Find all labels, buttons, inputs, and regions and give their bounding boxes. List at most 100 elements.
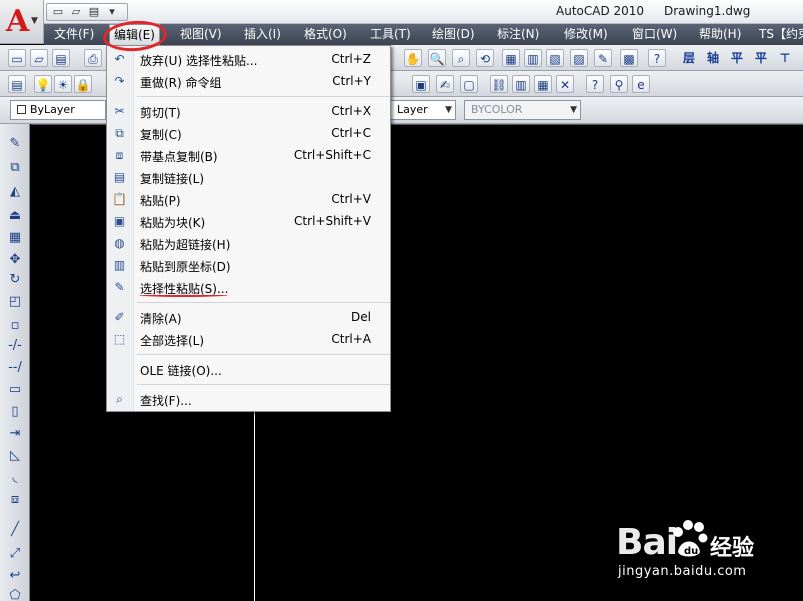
paste-special-icon: ✎ <box>114 280 125 294</box>
ts-plan-icon[interactable]: 平 <box>728 49 746 67</box>
menu-modify[interactable]: 修改(M) <box>560 24 612 45</box>
menu-format[interactable]: 格式(O) <box>300 24 351 45</box>
menu-tools[interactable]: 工具(T) <box>366 24 415 45</box>
menu-item-copy-base-point[interactable]: ⧈ 带基点复制(B) Ctrl+Shift+C <box>107 144 390 166</box>
explode-icon[interactable]: ⧈ <box>5 490 25 510</box>
save-icon[interactable]: ▤ <box>86 5 102 19</box>
eraser-icon: ✐ <box>114 310 125 324</box>
new-icon[interactable]: ▭ <box>8 49 26 67</box>
menu-item-copy-link[interactable]: ▤ 复制链接(L) <box>107 166 390 188</box>
block-editor-icon[interactable]: ▣ <box>412 75 430 93</box>
break-point-icon[interactable]: ▭ <box>5 380 25 400</box>
menu-draw[interactable]: 绘图(D) <box>428 24 479 45</box>
join-icon[interactable]: ⇥ <box>5 424 25 444</box>
chamfer-icon[interactable]: ◺ <box>5 446 25 466</box>
bulb-icon[interactable]: 💡 <box>34 75 52 93</box>
print-icon[interactable]: ⎙ <box>84 49 102 67</box>
measure-icon[interactable]: ✕ <box>556 75 574 93</box>
menu-insert[interactable]: 插入(I) <box>240 24 285 45</box>
tool-palettes-icon[interactable]: ▧ <box>546 49 564 67</box>
polyline-icon[interactable]: ↩ <box>5 566 25 586</box>
menu-item-paste-original-coords[interactable]: ▥ 粘贴到原坐标(D) <box>107 254 390 276</box>
search-help-icon[interactable]: ⚲ <box>610 75 628 93</box>
line-icon[interactable]: ╱ <box>5 520 25 540</box>
polygon-icon[interactable]: ⬠ <box>5 586 25 601</box>
break-icon[interactable]: ▯ <box>5 402 25 422</box>
table-icon[interactable]: ▦ <box>534 75 552 93</box>
layer-manager-icon[interactable]: ▤ <box>8 75 26 93</box>
zoom-window-icon[interactable]: ⌕ <box>452 49 470 67</box>
database-icon[interactable]: ▥ <box>512 75 530 93</box>
menu-help[interactable]: 帮助(H) <box>695 24 745 45</box>
menu-item-find[interactable]: ⌕ 查找(F)... <box>107 388 390 410</box>
stretch-icon[interactable]: ▫ <box>5 316 25 336</box>
menu-edit[interactable]: 编辑(E) <box>109 24 160 45</box>
calculator-icon[interactable]: ▩ <box>620 49 638 67</box>
plotstyle-combo[interactable]: BYCOLOR ▼ <box>464 100 581 120</box>
menu-item-clear[interactable]: ✐ 清除(A) Del <box>107 306 390 328</box>
xref-icon[interactable]: ✍ <box>436 75 454 93</box>
copy-object-icon[interactable]: ⧉ <box>5 158 25 178</box>
paste-block-icon: ▣ <box>113 214 126 228</box>
construction-line-icon[interactable]: ⤢ <box>5 544 25 564</box>
markup-icon[interactable]: ✎ <box>594 49 612 67</box>
extend-icon[interactable]: --/ <box>5 358 25 378</box>
scale-icon[interactable]: ◰ <box>5 292 25 312</box>
dropdown-arrow-icon[interactable]: ▾ <box>104 5 120 19</box>
menu-item-paste[interactable]: 📋 粘贴(P) Ctrl+V <box>107 188 390 210</box>
zoom-previous-icon[interactable]: ⟲ <box>476 49 494 67</box>
menu-dimension[interactable]: 标注(N) <box>493 24 543 45</box>
color-swatch-icon <box>17 105 26 114</box>
trim-icon[interactable]: -/- <box>5 336 25 356</box>
menu-ts[interactable]: TS【约束 <box>755 24 803 45</box>
menu-item-undo[interactable]: ↶ 放弃(U) 选择性粘贴... Ctrl+Z <box>107 48 390 70</box>
pan-realtime-icon[interactable]: ✋ <box>404 49 422 67</box>
menu-item-select-all[interactable]: ⬚ 全部选择(L) Ctrl+A <box>107 328 390 350</box>
menu-item-copy[interactable]: ⧉ 复制(C) Ctrl+C <box>107 122 390 144</box>
image-icon[interactable]: ▢ <box>460 75 478 93</box>
modify-toolbar: ✎ ⧉ ◭ ⏏ ▦ ✥ ↻ ◰ ▫ -/- --/ ▭ ▯ ⇥ ◺ ◟ ⧈ ╱ … <box>0 124 30 601</box>
menu-window[interactable]: 窗口(W) <box>628 24 681 45</box>
erase-icon[interactable]: ✎ <box>5 134 25 154</box>
open-folder-icon[interactable]: ▱ <box>68 5 84 19</box>
fillet-icon[interactable]: ◟ <box>5 468 25 488</box>
color-combo[interactable]: ByLayer <box>10 100 106 120</box>
menu-file[interactable]: 文件(F) <box>50 24 98 45</box>
help-circle-icon[interactable]: ? <box>586 75 604 93</box>
help-icon[interactable]: ? <box>648 49 666 67</box>
ts-axis-icon[interactable]: 轴 <box>704 49 722 67</box>
new-file-icon[interactable]: ▭ <box>50 5 66 19</box>
ts-layer-icon[interactable]: 层 <box>680 49 698 67</box>
menu-view[interactable]: 视图(V) <box>176 24 226 45</box>
offset-icon[interactable]: ⏏ <box>5 206 25 226</box>
menu-item-cut[interactable]: ✂ 剪切(T) Ctrl+X <box>107 100 390 122</box>
save-icon[interactable]: ▤ <box>52 49 70 67</box>
ts-section-icon[interactable]: ⊤ <box>776 49 794 67</box>
zoom-realtime-icon[interactable]: 🔍 <box>428 49 446 67</box>
paste-icon: 📋 <box>112 192 127 206</box>
select-all-icon: ⬚ <box>113 332 126 346</box>
menu-item-paste-block[interactable]: ▣ 粘贴为块(K) Ctrl+Shift+V <box>107 210 390 232</box>
sheet-set-icon[interactable]: ▨ <box>570 49 588 67</box>
red-highlight-underline <box>139 293 228 297</box>
svg-text:du: du <box>684 546 698 557</box>
mirror-icon[interactable]: ◭ <box>5 182 25 202</box>
find-icon: ⌕ <box>116 392 123 406</box>
menu-item-ole-links[interactable]: OLE 链接(O)... <box>107 358 390 380</box>
application-menu-button[interactable]: A ▼ <box>0 0 44 44</box>
rotate-icon[interactable]: ↻ <box>5 270 25 290</box>
move-icon[interactable]: ✥ <box>5 250 25 270</box>
browser-icon[interactable]: e <box>632 75 650 93</box>
baidu-jingyan-watermark: Bai du 经验 jingyan.baidu.com <box>610 514 800 594</box>
menu-item-paste-hyperlink[interactable]: ◍ 粘贴为超链接(H) <box>107 232 390 254</box>
properties-icon[interactable]: ▦ <box>502 49 520 67</box>
menu-item-redo[interactable]: ↷ 重做(R) 命令组 Ctrl+Y <box>107 70 390 92</box>
lock-icon[interactable]: 🔒 <box>74 75 92 93</box>
design-center-icon[interactable]: ▥ <box>524 49 542 67</box>
sun-icon[interactable]: ☀ <box>54 75 72 93</box>
linetype-combo[interactable]: Layer ▼ <box>390 100 456 120</box>
open-icon[interactable]: ▱ <box>30 49 48 67</box>
array-icon[interactable]: ▦ <box>5 228 25 248</box>
hyperlink-icon[interactable]: ⛓ <box>490 75 508 93</box>
ts-elevation-icon[interactable]: 平 <box>752 49 770 67</box>
